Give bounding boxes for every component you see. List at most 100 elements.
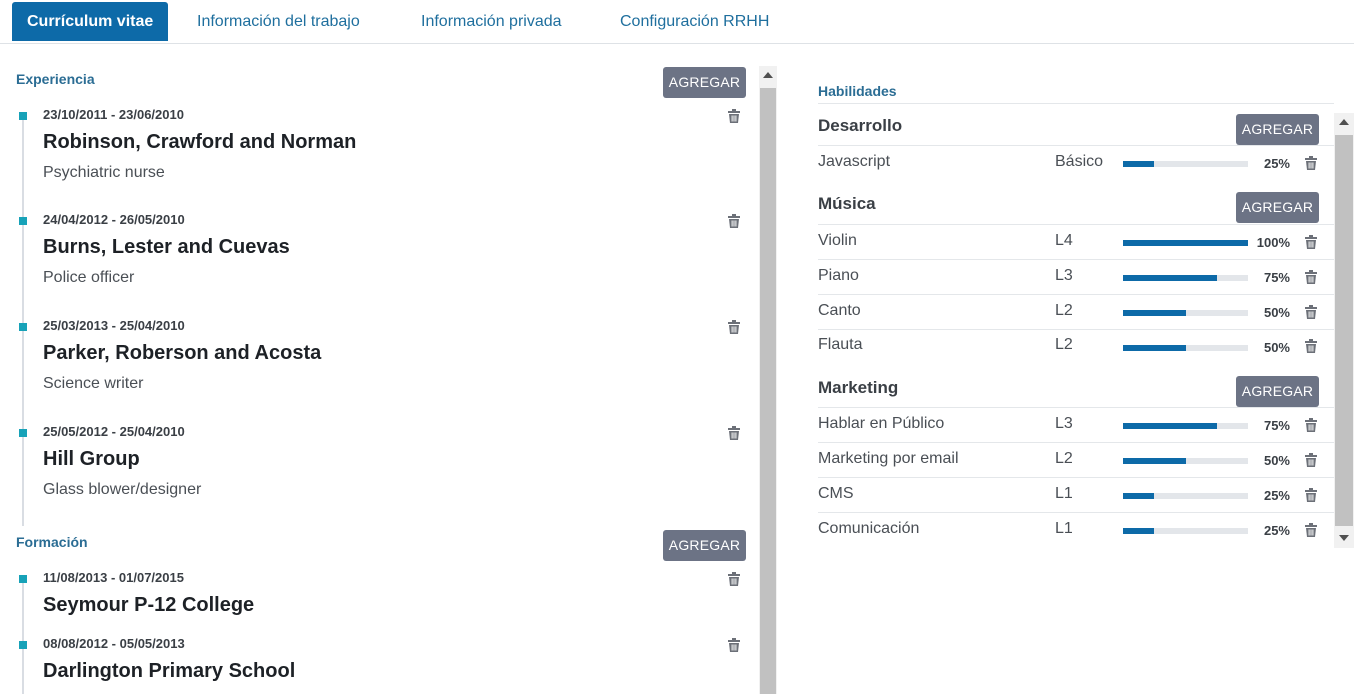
skill-progress-bar xyxy=(1123,345,1248,351)
add-skill-button[interactable]: AGREGAR xyxy=(1236,376,1319,407)
tab-job-info[interactable]: Información del trabajo xyxy=(197,2,360,41)
skill-progress-bar xyxy=(1123,458,1248,464)
experience-timeline xyxy=(22,114,24,526)
divider xyxy=(818,442,1334,443)
entry-role: Psychiatric nurse xyxy=(43,164,165,181)
divider xyxy=(818,512,1334,513)
timeline-dot xyxy=(19,323,27,331)
skill-name: Violin xyxy=(818,232,857,249)
add-education-button[interactable]: AGREGAR xyxy=(663,530,746,561)
skill-progress-fill xyxy=(1123,240,1248,246)
scroll-up-arrow-icon[interactable] xyxy=(1339,119,1349,125)
entry-organization: Parker, Roberson and Acosta xyxy=(43,342,322,364)
scrollbar-thumb[interactable] xyxy=(760,88,776,694)
trash-icon[interactable] xyxy=(1305,235,1317,254)
skill-progress-bar xyxy=(1123,275,1248,281)
timeline-dot xyxy=(19,112,27,120)
skill-progress-fill xyxy=(1123,423,1217,429)
trash-icon[interactable] xyxy=(728,214,740,233)
skill-progress-bar xyxy=(1123,493,1248,499)
divider xyxy=(818,103,1334,104)
skill-progress-fill xyxy=(1123,458,1186,464)
trash-icon[interactable] xyxy=(1305,339,1317,358)
trash-icon[interactable] xyxy=(1305,156,1317,175)
timeline-dot xyxy=(19,217,27,225)
skill-progress-fill xyxy=(1123,345,1186,351)
skill-name: Piano xyxy=(818,267,859,284)
tab-curriculum[interactable]: Currículum vitae xyxy=(12,2,169,41)
divider xyxy=(818,259,1334,260)
add-skill-button[interactable]: AGREGAR xyxy=(1236,192,1319,223)
trash-icon[interactable] xyxy=(1305,453,1317,472)
skill-name: Hablar en Público xyxy=(818,415,945,432)
divider xyxy=(818,294,1334,295)
skill-progress-fill xyxy=(1123,528,1155,534)
tab-private-info[interactable]: Información privada xyxy=(421,2,562,41)
divider xyxy=(818,329,1334,330)
trash-icon[interactable] xyxy=(728,109,740,128)
trash-icon[interactable] xyxy=(1305,305,1317,324)
entry-dates: 23/10/2011 - 23/06/2010 xyxy=(43,107,184,122)
skill-percent: 25% xyxy=(1263,488,1290,503)
entry-dates: 25/03/2013 - 25/04/2010 xyxy=(43,318,185,333)
trash-icon[interactable] xyxy=(1305,523,1317,542)
skill-progress-bar xyxy=(1123,528,1248,534)
left-scrollbar[interactable] xyxy=(759,66,777,694)
timeline-dot xyxy=(19,641,27,649)
tab-hr-settings[interactable]: Configuración RRHH xyxy=(620,2,769,41)
tab-bar: Currículum vitae Información del trabajo… xyxy=(0,0,1354,44)
divider xyxy=(818,145,1334,146)
skill-group-name: Desarrollo xyxy=(818,116,903,135)
education-timeline xyxy=(22,577,24,694)
scrollbar-thumb[interactable] xyxy=(1335,135,1353,526)
skill-progress-bar xyxy=(1123,310,1248,316)
skill-level: L3 xyxy=(1055,267,1073,284)
skill-name: CMS xyxy=(818,485,854,502)
skills-scrollbar[interactable] xyxy=(1334,113,1354,548)
skill-level: L1 xyxy=(1055,485,1073,502)
skill-percent: 50% xyxy=(1263,340,1290,355)
divider xyxy=(818,224,1334,225)
entry-dates: 25/05/2012 - 25/04/2010 xyxy=(43,424,185,439)
divider xyxy=(818,477,1334,478)
skill-progress-bar xyxy=(1123,423,1248,429)
timeline-dot xyxy=(19,429,27,437)
skill-progress-fill xyxy=(1123,310,1186,316)
skill-percent: 75% xyxy=(1263,270,1290,285)
skill-percent: 50% xyxy=(1263,305,1290,320)
divider xyxy=(818,407,1334,408)
entry-dates: 08/08/2012 - 05/05/2013 xyxy=(43,636,185,651)
add-skill-button[interactable]: AGREGAR xyxy=(1236,114,1319,145)
trash-icon[interactable] xyxy=(1305,270,1317,289)
skill-level: L2 xyxy=(1055,302,1073,319)
entry-dates: 11/08/2013 - 01/07/2015 xyxy=(43,570,184,585)
trash-icon[interactable] xyxy=(728,638,740,657)
trash-icon[interactable] xyxy=(728,426,740,445)
entry-institution: Darlington Primary School xyxy=(43,660,296,682)
skill-percent: 75% xyxy=(1263,418,1290,433)
trash-icon[interactable] xyxy=(1305,488,1317,507)
experience-title: Experiencia xyxy=(16,71,95,87)
entry-institution: Seymour P-12 College xyxy=(43,594,255,616)
skill-percent: 50% xyxy=(1263,453,1290,468)
scroll-up-arrow-icon[interactable] xyxy=(763,72,773,78)
timeline-dot xyxy=(19,575,27,583)
entry-role: Science writer xyxy=(43,375,144,392)
entry-role: Glass blower/designer xyxy=(43,481,202,498)
education-title: Formación xyxy=(16,534,88,550)
entry-organization: Burns, Lester and Cuevas xyxy=(43,236,290,258)
entry-organization: Robinson, Crawford and Norman xyxy=(43,131,357,153)
skill-level: L1 xyxy=(1055,520,1073,537)
trash-icon[interactable] xyxy=(1305,418,1317,437)
trash-icon[interactable] xyxy=(728,572,740,591)
skill-name: Marketing por email xyxy=(818,450,959,467)
skill-level: L2 xyxy=(1055,336,1073,353)
skill-progress-fill xyxy=(1123,161,1155,167)
entry-role: Police officer xyxy=(43,269,135,286)
skill-percent: 25% xyxy=(1263,156,1290,171)
scroll-down-arrow-icon[interactable] xyxy=(1339,535,1349,541)
skill-progress-bar xyxy=(1123,161,1248,167)
skill-level: L3 xyxy=(1055,415,1073,432)
add-experience-button[interactable]: AGREGAR xyxy=(663,67,746,98)
trash-icon[interactable] xyxy=(728,320,740,339)
